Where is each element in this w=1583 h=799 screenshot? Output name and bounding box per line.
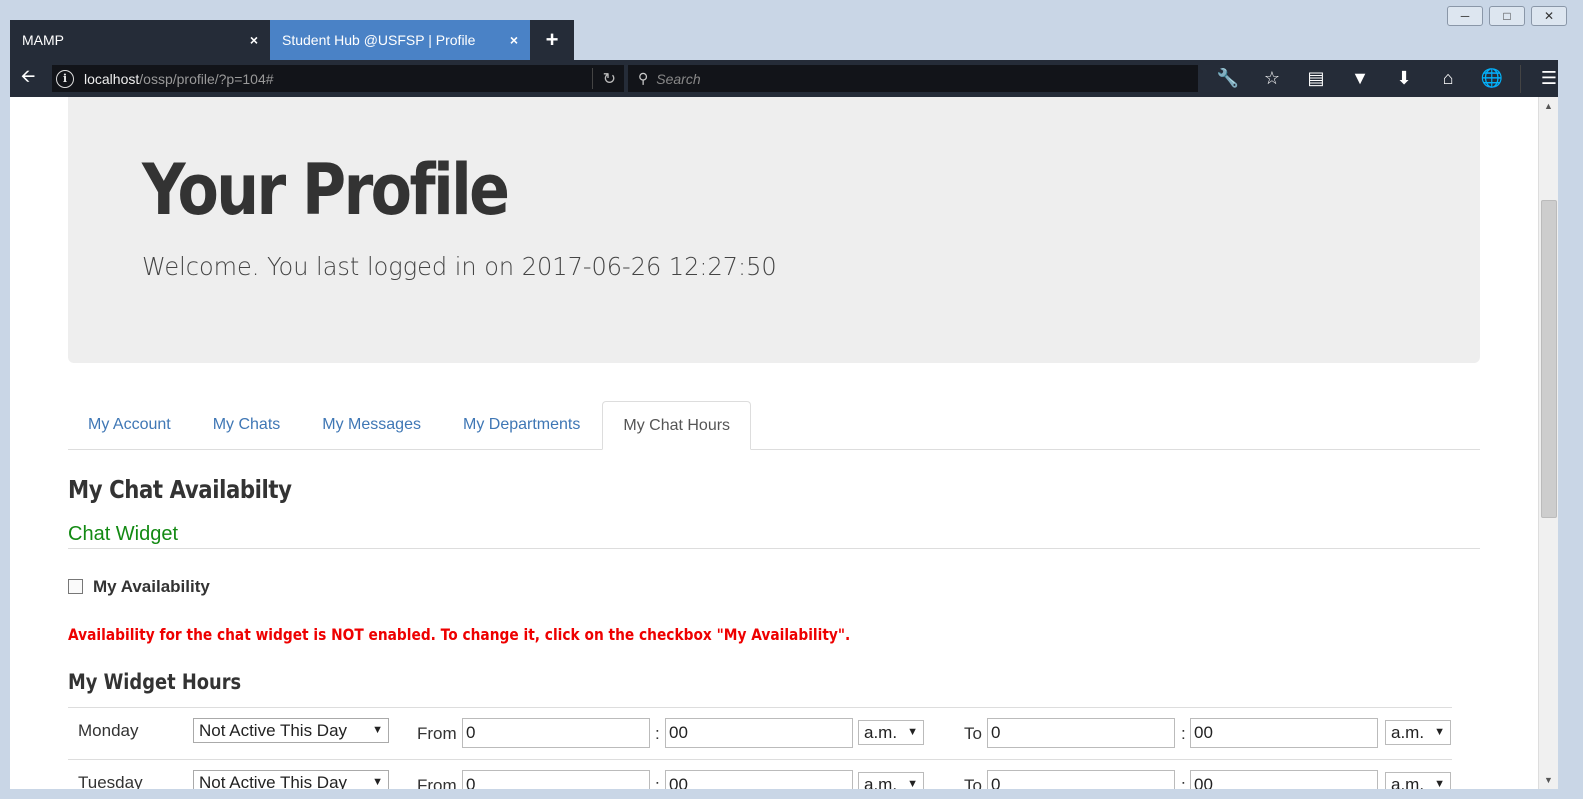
chat-widget-title: Chat Widget	[68, 523, 179, 545]
time-separator: :	[1181, 724, 1186, 743]
from-minute-input[interactable]: 00	[665, 770, 853, 789]
toolbar-icons: 🔧 ☆ ▤ ▼ ⬇ ⌂ 🌐 ☰	[1206, 60, 1571, 97]
from-ampm-select[interactable]: a.m. ▼	[858, 720, 924, 745]
availability-checkbox[interactable]	[68, 579, 83, 594]
chevron-down-icon: ▼	[907, 726, 918, 738]
to-label: To	[964, 724, 982, 743]
day-label: Monday	[78, 721, 139, 740]
time-separator: :	[1181, 776, 1186, 789]
globe-icon[interactable]: 🌐	[1470, 68, 1514, 89]
time-separator: :	[655, 724, 660, 743]
info-icon[interactable]: i	[56, 69, 74, 88]
chevron-down-icon: ▼	[372, 724, 383, 736]
from-label: From	[417, 776, 457, 789]
tab-my-departments[interactable]: My Departments	[443, 401, 600, 449]
widget-hours-heading: My Widget Hours	[68, 670, 242, 694]
time-separator: :	[655, 776, 660, 789]
pocket-icon[interactable]: ▼	[1338, 68, 1382, 89]
to-minute-input[interactable]: 00	[1190, 718, 1378, 748]
close-window-button[interactable]: ✕	[1531, 6, 1567, 26]
hours-row-tuesday: Tuesday Not Active This Day ▼ From 0 : 00…	[68, 759, 1452, 789]
reload-icon[interactable]: ↻	[591, 68, 616, 89]
from-hour-input[interactable]: 0	[462, 718, 650, 748]
from-ampm-select[interactable]: a.m. ▼	[858, 772, 924, 789]
from-ampm-value: a.m.	[864, 775, 898, 789]
scrollbar-thumb[interactable]	[1541, 200, 1557, 518]
from-hour-input[interactable]: 0	[462, 770, 650, 789]
download-icon[interactable]: ⬇	[1382, 68, 1426, 89]
close-icon[interactable]: ×	[250, 32, 258, 48]
window-frame	[1558, 60, 1583, 799]
to-hour-input[interactable]: 0	[987, 718, 1175, 748]
to-ampm-select[interactable]: a.m. ▼	[1385, 772, 1451, 789]
browser-tab-mamp[interactable]: MAMP ×	[10, 20, 270, 60]
availability-warning: Availability for the chat widget is NOT …	[68, 625, 851, 644]
close-icon[interactable]: ×	[510, 32, 518, 48]
scroll-down-icon[interactable]: ▼	[1544, 775, 1553, 785]
from-label: From	[417, 724, 457, 743]
browser-tab-profile[interactable]: Student Hub @USFSP | Profile ×	[270, 20, 530, 60]
tab-label: MAMP	[22, 32, 64, 48]
tab-label: Student Hub @USFSP | Profile	[282, 32, 476, 48]
window-controls: ─ □ ✕	[1447, 6, 1567, 26]
profile-tabs: My Account My Chats My Messages My Depar…	[68, 401, 1480, 450]
from-minute-input[interactable]: 00	[665, 718, 853, 748]
minimize-button[interactable]: ─	[1447, 6, 1483, 26]
tab-my-account[interactable]: My Account	[68, 401, 191, 449]
vertical-scrollbar[interactable]: ▲ ▼	[1538, 97, 1558, 789]
reading-list-icon[interactable]: ▤	[1294, 68, 1338, 89]
day-status-select[interactable]: Not Active This Day ▼	[193, 770, 389, 789]
to-label: To	[964, 776, 982, 789]
tab-my-chats[interactable]: My Chats	[193, 401, 301, 449]
to-ampm-value: a.m.	[1391, 723, 1425, 742]
window-titlebar: ─ □ ✕ MAMP × Student Hub @USFSP | Profil…	[0, 0, 1583, 60]
availability-checkbox-label[interactable]: My Availability	[93, 577, 210, 597]
search-placeholder: Search	[656, 70, 701, 87]
day-status-value: Not Active This Day	[199, 721, 348, 740]
chevron-down-icon: ▼	[372, 776, 383, 788]
browser-tabs: MAMP × Student Hub @USFSP | Profile × +	[10, 20, 574, 60]
tab-my-chat-hours[interactable]: My Chat Hours	[602, 401, 752, 450]
chevron-down-icon: ▼	[907, 778, 918, 789]
wrench-icon[interactable]: 🔧	[1206, 68, 1250, 89]
url-host: localhost	[84, 70, 140, 87]
url-bar[interactable]: i localhost/ossp/profile/?p=104# ↻	[52, 65, 624, 92]
chevron-down-icon: ▼	[1434, 726, 1445, 738]
url-path: /ossp/profile/?p=104#	[139, 70, 274, 87]
day-status-value: Not Active This Day	[199, 773, 348, 789]
page-viewport: Your Profile Welcome. You last logged in…	[10, 97, 1538, 789]
scroll-up-icon[interactable]: ▲	[1544, 101, 1553, 111]
chevron-down-icon: ▼	[1434, 778, 1445, 789]
hours-row-monday: Monday Not Active This Day ▼ From 0 : 00 …	[68, 707, 1452, 759]
home-icon[interactable]: ⌂	[1426, 68, 1470, 89]
search-icon: ⚲	[638, 70, 649, 86]
new-tab-button[interactable]: +	[530, 20, 574, 60]
from-ampm-value: a.m.	[864, 723, 898, 742]
search-input[interactable]: ⚲ Search	[628, 65, 1198, 92]
toolbar-divider	[1520, 64, 1521, 93]
last-login-text: Welcome. You last logged in on 2017-06-2…	[142, 252, 777, 281]
page-title: Your Profile	[142, 149, 510, 231]
browser-toolbar: 🡨 i localhost/ossp/profile/?p=104# ↻ ⚲ S…	[10, 60, 1573, 97]
back-arrow-icon[interactable]: 🡨	[10, 60, 46, 97]
tab-my-messages[interactable]: My Messages	[302, 401, 441, 449]
chat-availability-heading: My Chat Availabilty	[68, 475, 292, 504]
profile-header: Your Profile Welcome. You last logged in…	[68, 97, 1480, 363]
bookmark-star-icon[interactable]: ☆	[1250, 68, 1294, 89]
to-ampm-select[interactable]: a.m. ▼	[1385, 720, 1451, 745]
to-hour-input[interactable]: 0	[987, 770, 1175, 789]
to-ampm-value: a.m.	[1391, 775, 1425, 789]
maximize-button[interactable]: □	[1489, 6, 1525, 26]
to-minute-input[interactable]: 00	[1190, 770, 1378, 789]
divider	[68, 548, 1480, 549]
day-status-select[interactable]: Not Active This Day ▼	[193, 718, 389, 743]
window-frame	[0, 789, 1583, 799]
day-label: Tuesday	[78, 773, 143, 789]
